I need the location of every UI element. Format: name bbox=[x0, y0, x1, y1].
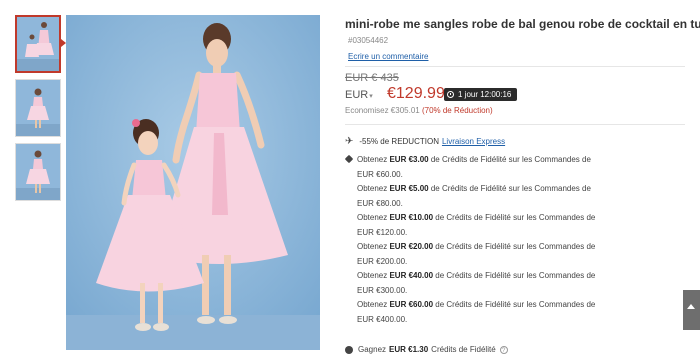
reward-item: Obtenez EUR €20.00 de Crédits de Fidélit… bbox=[345, 240, 615, 269]
reward-list: Obtenez EUR €3.00 de Crédits de Fidélité… bbox=[344, 153, 615, 327]
earn-prefix: Gagnez bbox=[358, 345, 387, 354]
reward-amount: EUR €60.00 bbox=[389, 300, 434, 309]
reward-prefix: Obtenez bbox=[357, 242, 390, 251]
reward-threshold: EUR €300.00. bbox=[357, 285, 408, 295]
savings-label: Economisez €305.01 bbox=[345, 106, 420, 115]
reward-prefix: Obtenez bbox=[357, 155, 390, 164]
thumbnail-3[interactable] bbox=[15, 143, 61, 201]
reward-prefix: Obtenez bbox=[357, 271, 390, 280]
reward-amount: EUR €40.00 bbox=[389, 271, 434, 280]
thumbnail-1-image bbox=[17, 17, 59, 71]
thumbnail-1[interactable] bbox=[15, 15, 61, 73]
reward-item: Obtenez EUR €60.00 de Crédits de Fidélit… bbox=[345, 298, 615, 327]
reward-threshold: EUR €120.00. bbox=[357, 227, 408, 237]
reward-item: Obtenez EUR €5.00 de Crédits de Fidélité… bbox=[345, 182, 615, 211]
shipping-discount-text: -55% de REDUCTION bbox=[359, 137, 439, 146]
reward-amount: EUR €5.00 bbox=[389, 184, 429, 193]
savings-percent: (70% de Réduction) bbox=[421, 106, 493, 115]
reward-prefix: Obtenez bbox=[357, 213, 390, 222]
reward-item: Obtenez EUR €40.00 de Crédits de Fidélit… bbox=[345, 269, 615, 298]
reward-text: de Crédits de Fidélité sur les Commandes… bbox=[428, 184, 591, 193]
current-price: €129.99 bbox=[387, 85, 445, 102]
write-review-link[interactable]: Ecrire un commentaire bbox=[348, 52, 428, 61]
reward-threshold: EUR €400.00. bbox=[357, 314, 408, 324]
plane-icon: ✈ bbox=[345, 136, 354, 147]
reward-text: de Crédits de Fidélité sur les Commandes… bbox=[433, 242, 596, 251]
thumbnail-2-image bbox=[16, 80, 60, 136]
reward-text: de Crédits de Fidélité sur les Commandes… bbox=[433, 271, 596, 280]
help-icon[interactable]: ? bbox=[499, 345, 508, 354]
reward-text: de Crédits de Fidélité sur les Commandes… bbox=[433, 300, 596, 309]
clock-icon bbox=[447, 91, 454, 98]
savings-text: Economisez €305.01 (70% de Réduction) bbox=[345, 106, 493, 115]
reward-prefix: Obtenez bbox=[357, 184, 390, 193]
reward-amount: EUR €20.00 bbox=[389, 242, 434, 251]
reward-threshold: EUR €200.00. bbox=[357, 256, 408, 266]
reward-item: Obtenez EUR €3.00 de Crédits de Fidélité… bbox=[344, 153, 615, 182]
product-sku: #03054462 bbox=[348, 36, 389, 45]
shipping-offer: ✈ -55% de REDUCTION Livraison Express bbox=[345, 136, 505, 147]
main-product-image[interactable] bbox=[66, 15, 320, 350]
main-product-illustration bbox=[66, 15, 320, 350]
divider bbox=[345, 124, 685, 125]
express-shipping-link[interactable]: Livraison Express bbox=[442, 137, 505, 146]
earn-amount: EUR €1.30 bbox=[389, 345, 429, 354]
reward-threshold: EUR €60.00. bbox=[357, 169, 403, 179]
reward-amount: EUR €3.00 bbox=[389, 155, 429, 164]
thumbnail-list bbox=[15, 15, 61, 207]
coin-icon bbox=[345, 345, 353, 354]
product-title: mini-robe me sangles robe de bal genou r… bbox=[345, 17, 700, 31]
countdown-text: 1 jour 12:00:16 bbox=[458, 90, 512, 99]
currency-label: EUR bbox=[345, 89, 369, 101]
reward-item: Obtenez EUR €10.00 de Crédits de Fidélit… bbox=[345, 211, 615, 240]
reward-text: de Crédits de Fidélité sur les Commandes… bbox=[428, 155, 591, 164]
chevron-down-icon: ▾ bbox=[369, 93, 373, 100]
thumbnail-2[interactable] bbox=[15, 79, 61, 137]
reward-amount: EUR €10.00 bbox=[389, 213, 434, 222]
reward-threshold: EUR €80.00. bbox=[357, 198, 403, 208]
reward-text: de Crédits de Fidélité sur les Commandes… bbox=[433, 213, 596, 222]
earn-suffix: Crédits de Fidélité bbox=[431, 345, 496, 354]
tag-icon bbox=[344, 154, 354, 164]
reward-prefix: Obtenez bbox=[357, 300, 390, 309]
earn-credits: Gagnez EUR €1.30 Crédits de Fidélité ? bbox=[345, 345, 508, 354]
old-price: EUR € 435 bbox=[345, 72, 399, 84]
scroll-to-top-button[interactable] bbox=[683, 290, 700, 330]
divider bbox=[345, 66, 685, 67]
thumbnail-3-image bbox=[16, 144, 60, 200]
currency-selector[interactable]: EUR▾ bbox=[345, 89, 373, 101]
countdown-timer: 1 jour 12:00:16 bbox=[444, 88, 518, 101]
